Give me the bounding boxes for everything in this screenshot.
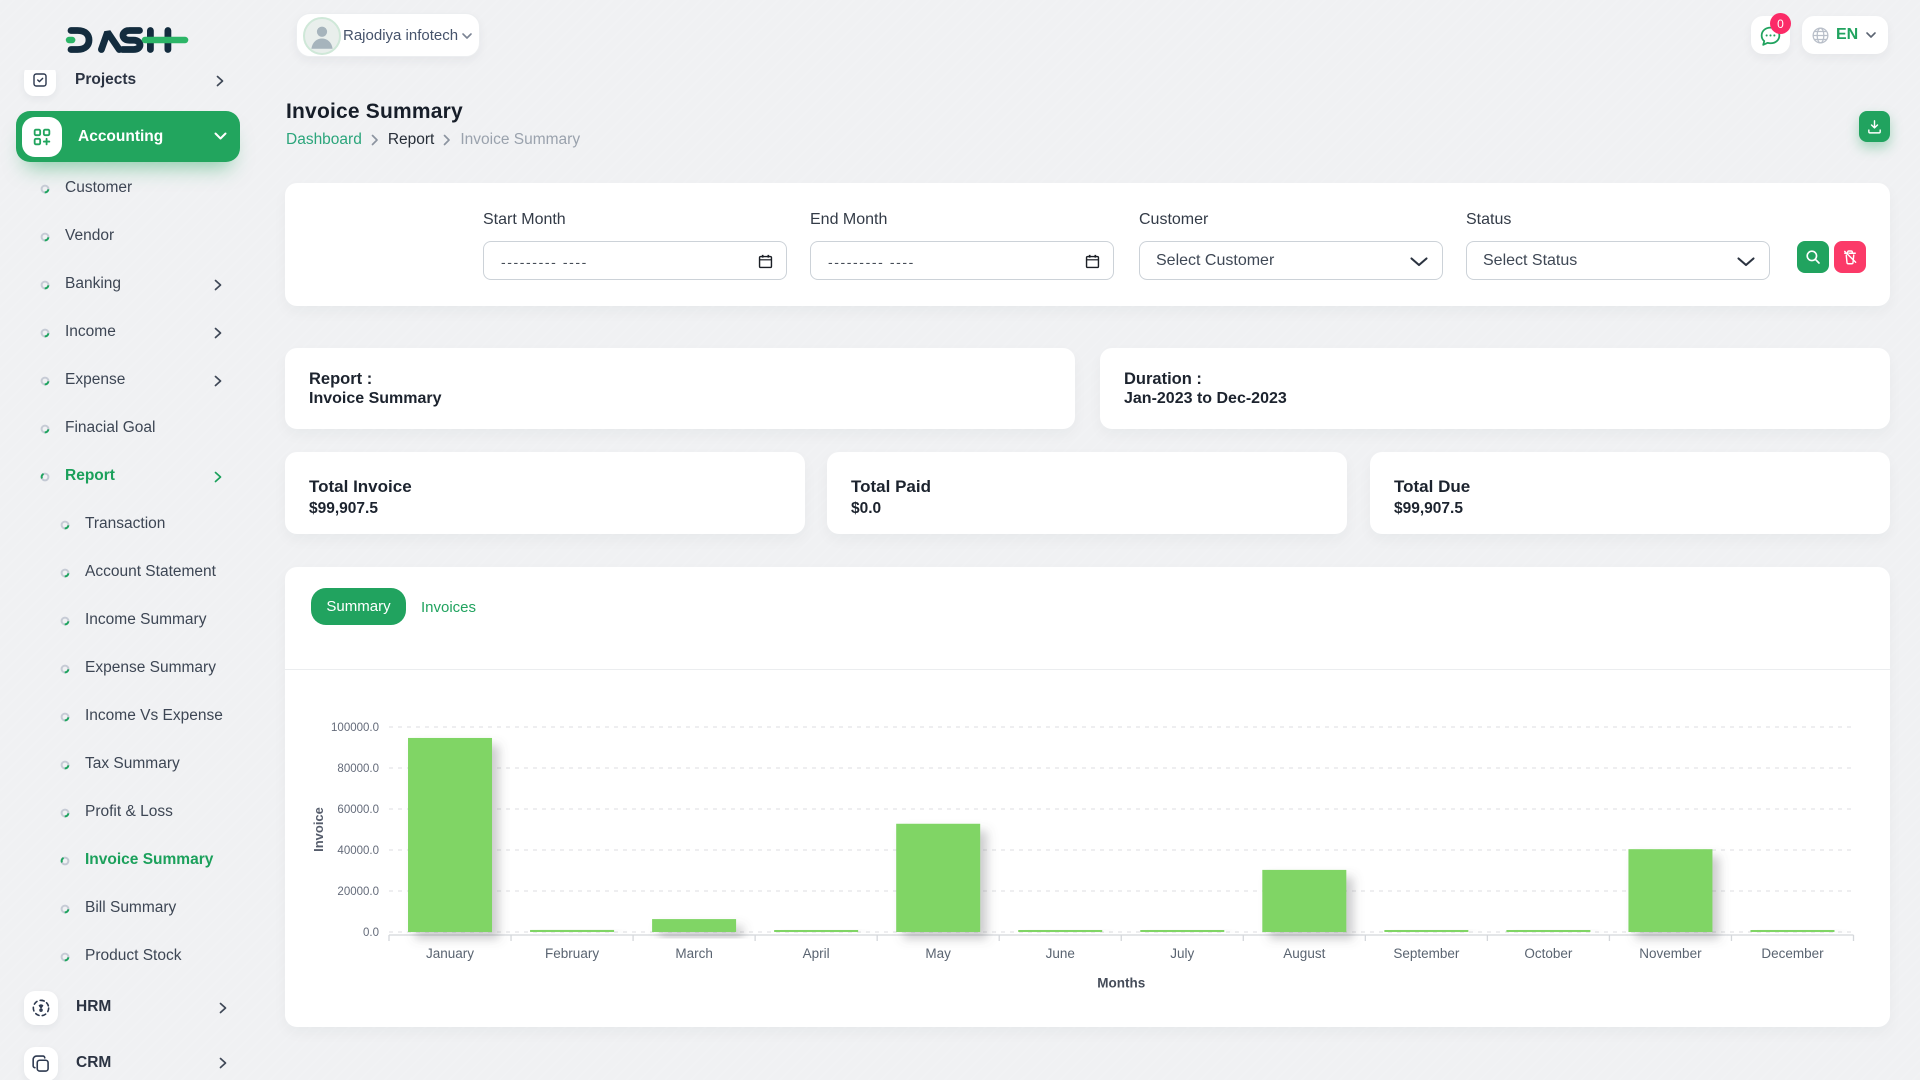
svg-text:80000.0: 80000.0 — [337, 763, 379, 775]
svg-text:July: July — [1170, 946, 1194, 961]
svg-text:February: February — [545, 946, 599, 961]
svg-text:100000.0: 100000.0 — [331, 722, 379, 734]
svg-text:January: January — [426, 946, 474, 961]
svg-text:20000.0: 20000.0 — [337, 886, 379, 898]
svg-text:December: December — [1761, 946, 1824, 961]
svg-text:Months: Months — [1097, 976, 1145, 991]
svg-text:October: October — [1524, 946, 1573, 961]
svg-text:March: March — [675, 946, 713, 961]
svg-text:60000.0: 60000.0 — [337, 804, 379, 816]
svg-text:November: November — [1639, 946, 1702, 961]
svg-text:June: June — [1046, 946, 1075, 961]
svg-text:April: April — [803, 946, 830, 961]
svg-text:September: September — [1393, 946, 1460, 961]
svg-text:40000.0: 40000.0 — [337, 845, 379, 857]
svg-text:0.0: 0.0 — [363, 927, 379, 939]
svg-text:August: August — [1283, 946, 1325, 961]
svg-text:Invoice: Invoice — [311, 807, 326, 852]
svg-text:May: May — [925, 946, 951, 961]
